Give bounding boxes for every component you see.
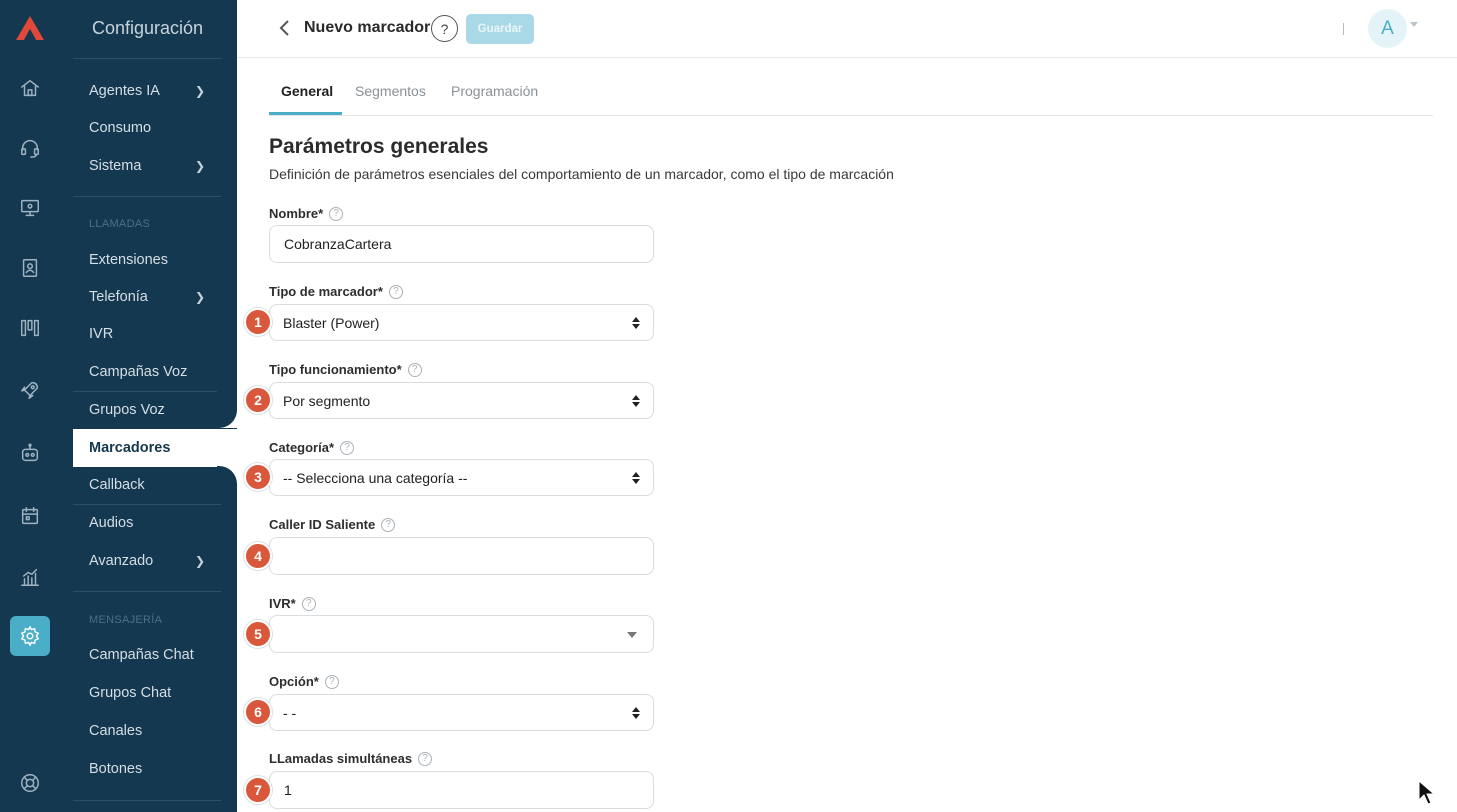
nav-section-llamadas: LLAMADAS <box>89 218 151 230</box>
tab-active-indicator <box>269 112 342 115</box>
icon-rail <box>0 0 58 812</box>
support-lifebuoy-icon[interactable] <box>18 771 42 795</box>
nav-title: Configuración <box>92 18 204 38</box>
nombre-input[interactable]: CobranzaCartera <box>269 225 654 263</box>
nav-item-avanzado[interactable]: Avanzado ❯ <box>58 542 237 580</box>
nav-item-consumo[interactable]: Consumo <box>58 109 237 147</box>
nav-item-grupos-chat[interactable]: Grupos Chat <box>58 674 237 712</box>
label-categoria: Categoría*? <box>269 440 355 455</box>
kanban-icon[interactable] <box>18 316 42 340</box>
help-icon[interactable]: ? <box>340 440 355 455</box>
chevron-right-icon: ❯ <box>194 159 205 173</box>
label-ivr: IVR*? <box>269 596 316 611</box>
help-icon[interactable]: ? <box>301 596 316 611</box>
tab-programacion[interactable]: Programación <box>451 83 538 99</box>
nav-item-audios[interactable]: Audios <box>58 504 237 542</box>
tab-bar: General Segmentos Programación <box>269 58 1433 116</box>
top-bar: Nuevo marcador ? Guardar A <box>237 0 1457 58</box>
step-badge: 3 <box>244 463 272 491</box>
label-nombre: Nombre*? <box>269 206 344 221</box>
nav-divider <box>73 58 221 59</box>
step-badge: 2 <box>244 386 272 414</box>
nav-item-ivr[interactable]: IVR <box>58 315 237 353</box>
caret-down-icon <box>627 632 637 638</box>
label-caller-id: Caller ID Saliente? <box>269 517 396 532</box>
nav-divider <box>73 591 221 592</box>
select-arrows-icon <box>632 707 640 721</box>
headset-icon[interactable] <box>18 136 42 160</box>
caller-id-input[interactable] <box>269 537 654 575</box>
chevron-right-icon: ❯ <box>194 554 205 568</box>
page-title: Nuevo marcador <box>304 19 431 36</box>
step-badge: 4 <box>244 542 272 570</box>
user-avatar[interactable]: A <box>1368 9 1407 48</box>
nav-item-grupos-voz[interactable]: Grupos Voz <box>58 391 237 429</box>
label-llamadas-simultaneas: LLamadas simultáneas? <box>269 751 433 766</box>
reports-chart-icon[interactable] <box>18 565 42 589</box>
monitor-icon[interactable] <box>18 196 42 220</box>
label-tipo-marcador: Tipo de marcador*? <box>269 284 403 299</box>
section-description: Definición de parámetros esenciales del … <box>269 166 894 182</box>
nav-divider <box>73 196 221 197</box>
tipo-funcionamiento-select[interactable]: Por segmento <box>269 382 654 419</box>
nav-item-campanas-voz[interactable]: Campañas Voz <box>58 353 237 391</box>
help-icon[interactable]: ? <box>407 362 422 377</box>
llamadas-simultaneas-input[interactable]: 1 <box>269 771 654 809</box>
help-icon[interactable]: ? <box>388 284 403 299</box>
chevron-right-icon: ❯ <box>194 84 205 98</box>
rocket-icon[interactable] <box>18 378 42 402</box>
label-tipo-funcionamiento: Tipo funcionamiento*? <box>269 362 422 377</box>
nav-section-mensajeria: MENSAJERÍA <box>89 614 163 626</box>
config-nav: Configuración Agentes IA ❯ Consumo Sistem… <box>58 0 237 812</box>
nav-item-campanas-chat[interactable]: Campañas Chat <box>58 636 237 674</box>
calendar-icon[interactable] <box>18 504 42 528</box>
nav-item-extensiones[interactable]: Extensiones <box>58 241 237 279</box>
ivr-dropdown[interactable] <box>269 615 654 653</box>
help-icon[interactable]: ? <box>418 751 433 766</box>
back-arrow-icon[interactable] <box>277 18 293 40</box>
nav-item-sistema[interactable]: Sistema ❯ <box>58 147 237 185</box>
nav-item-agentes-ia[interactable]: Agentes IA ❯ <box>58 72 237 110</box>
tab-segmentos[interactable]: Segmentos <box>355 83 426 99</box>
step-badge: 6 <box>244 698 272 726</box>
settings-gear-icon[interactable] <box>10 616 50 656</box>
select-arrows-icon <box>632 317 640 331</box>
help-icon[interactable]: ? <box>381 517 396 532</box>
nav-item-callback[interactable]: Callback <box>58 466 237 504</box>
section-title: Parámetros generales <box>269 135 489 158</box>
select-arrows-icon <box>632 395 640 409</box>
tab-general[interactable]: General <box>281 83 333 99</box>
categoria-select[interactable]: -- Selecciona una categoría -- <box>269 459 654 496</box>
nav-item-marcadores[interactable]: Marcadores <box>73 429 237 467</box>
robot-icon[interactable] <box>18 441 42 465</box>
contacts-icon[interactable] <box>18 256 42 280</box>
help-icon[interactable]: ? <box>324 674 339 689</box>
opcion-select[interactable]: - - <box>269 694 654 731</box>
mouse-cursor-icon <box>1418 780 1436 805</box>
nav-item-canales[interactable]: Canales <box>58 712 237 750</box>
save-button[interactable]: Guardar <box>466 14 534 44</box>
tipo-marcador-select[interactable]: Blaster (Power) <box>269 304 654 341</box>
help-icon[interactable]: ? <box>431 15 458 42</box>
app-logo-icon[interactable] <box>14 14 46 42</box>
step-badge: 5 <box>244 620 272 648</box>
nav-divider <box>73 800 221 801</box>
caret-down-icon[interactable] <box>1410 22 1418 27</box>
help-icon[interactable]: ? <box>329 206 344 221</box>
step-badge: 7 <box>244 776 272 804</box>
step-badge: 1 <box>244 308 272 336</box>
nav-item-botones[interactable]: Botones <box>58 750 237 788</box>
select-arrows-icon <box>632 472 640 486</box>
chevron-right-icon: ❯ <box>194 290 205 304</box>
label-opcion: Opción*? <box>269 674 339 689</box>
header-separator <box>1343 23 1344 35</box>
home-icon[interactable] <box>18 76 42 100</box>
nav-item-telefonia[interactable]: Telefonía ❯ <box>58 278 237 316</box>
